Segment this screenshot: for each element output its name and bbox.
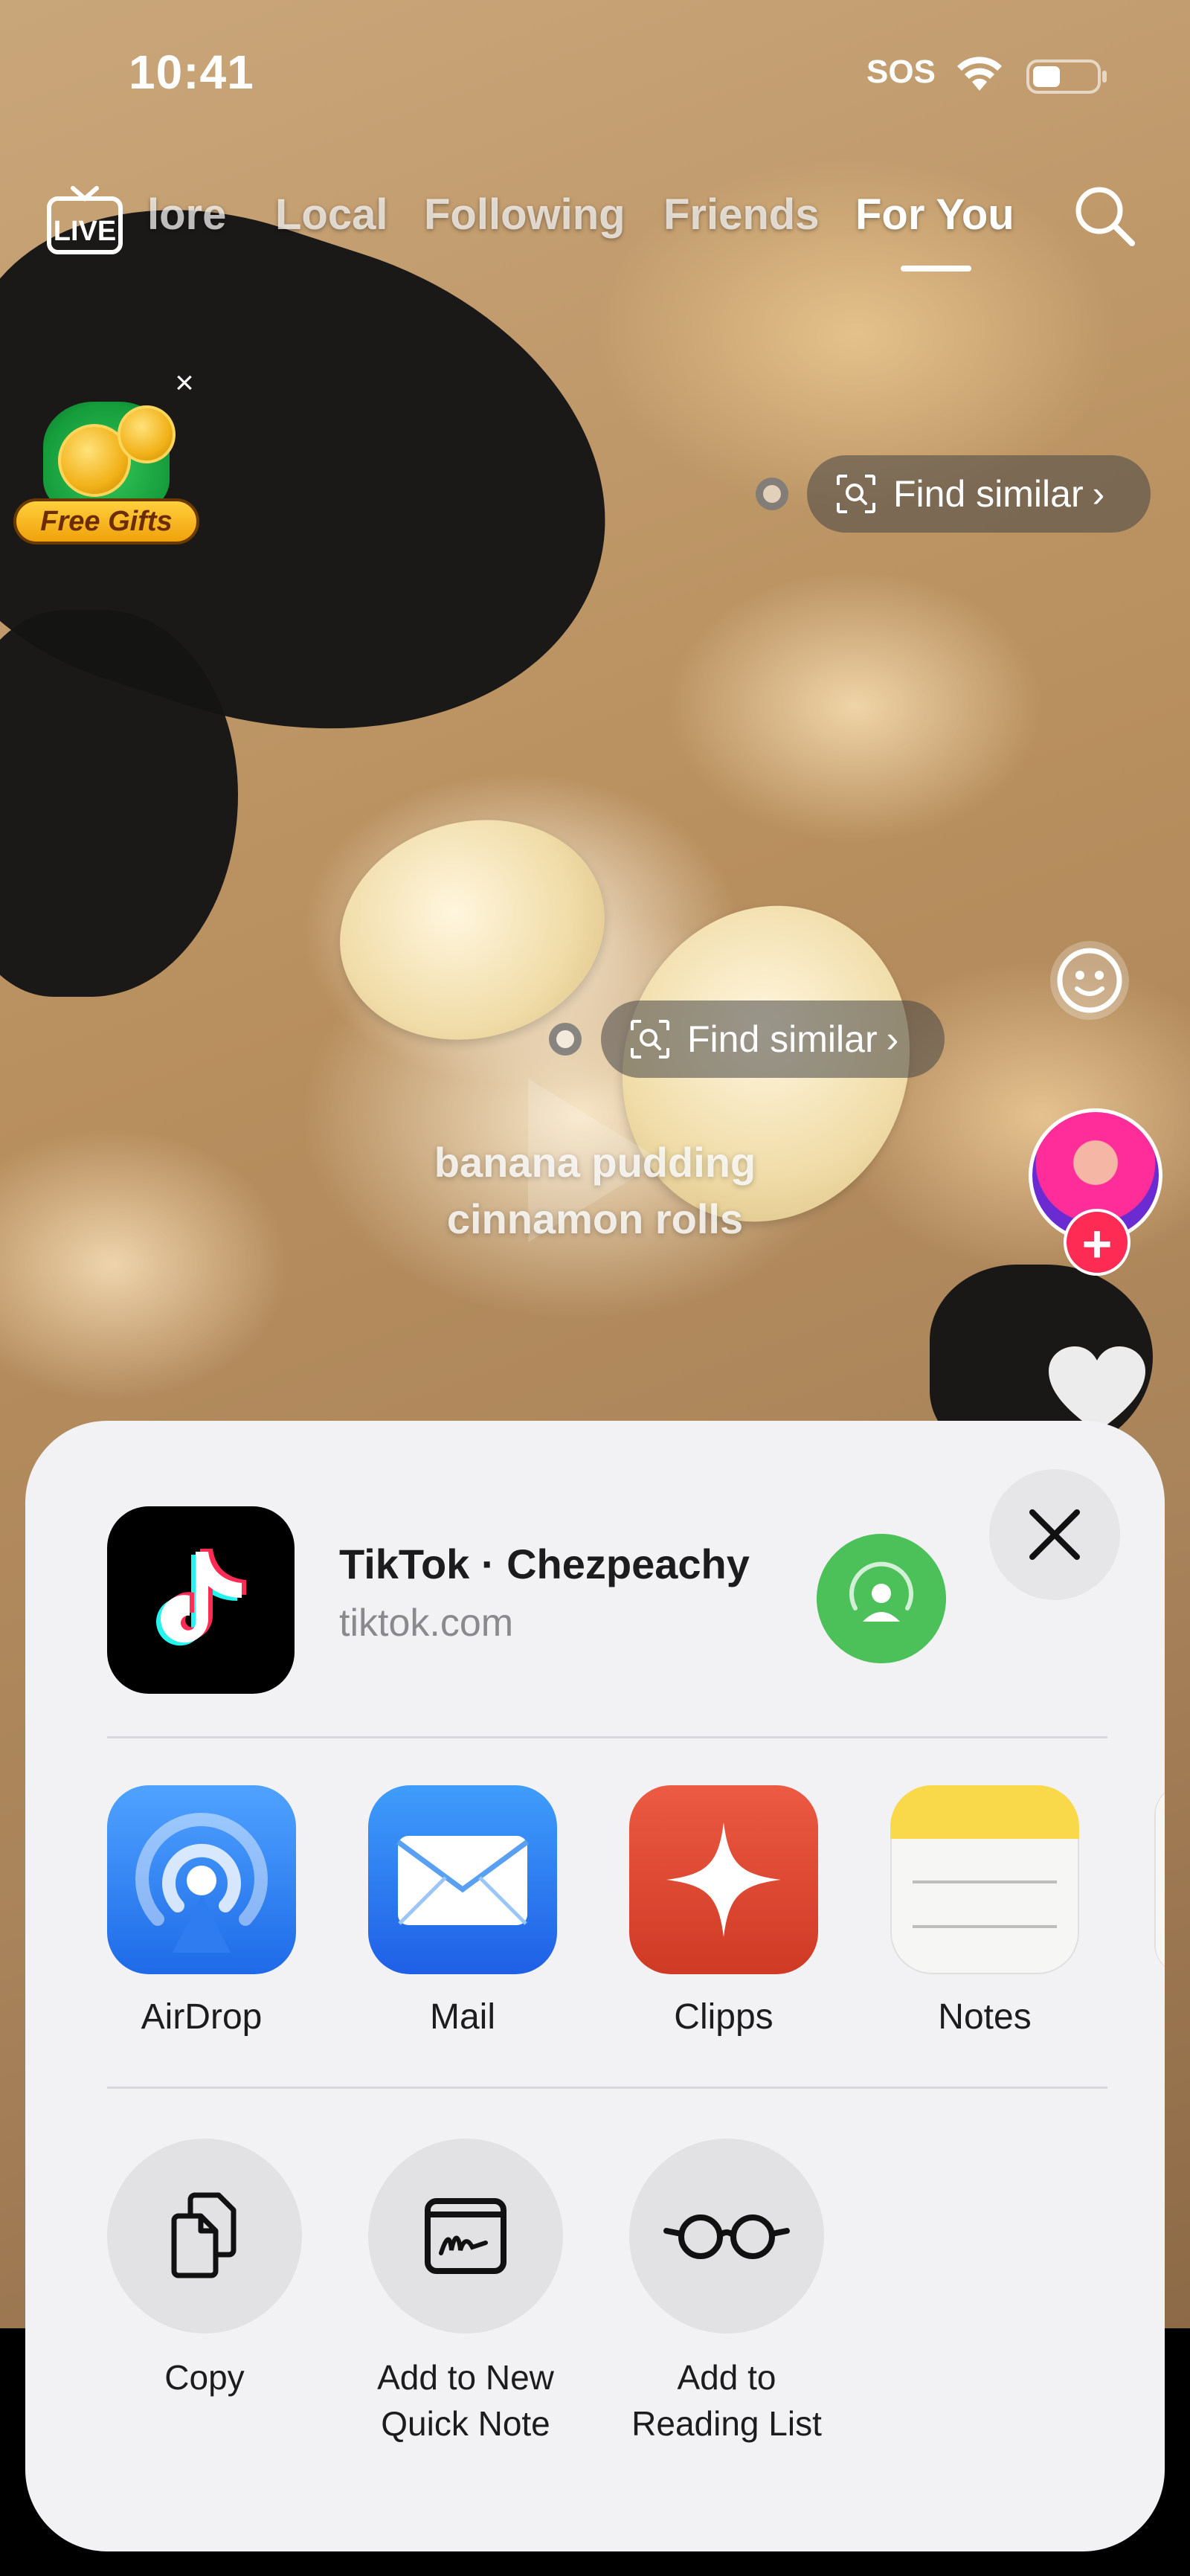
find-similar-button[interactable]: Find similar › bbox=[601, 1000, 945, 1078]
action-add-quick-note[interactable]: Add to New Quick Note bbox=[354, 2139, 577, 2447]
free-gifts-promo[interactable]: × Free Gifts bbox=[13, 364, 199, 558]
tab-for-you[interactable]: For You bbox=[855, 190, 1014, 240]
airdrop-icon bbox=[107, 1785, 296, 1974]
share-app-label: Mail bbox=[429, 1997, 495, 2037]
share-sheet: TikTok · Chezpeachy tiktok.com AirDrop M… bbox=[25, 1421, 1165, 2551]
notes-icon bbox=[890, 1785, 1079, 1974]
search-icon[interactable] bbox=[1071, 182, 1138, 249]
tiktok-app-icon bbox=[107, 1506, 295, 1694]
divider bbox=[107, 2087, 1107, 2089]
copy-icon bbox=[171, 2192, 237, 2278]
sos-indicator: SOS bbox=[866, 54, 936, 90]
top-navigation: LIVE lore Local Following Friends For Yo… bbox=[0, 182, 1190, 272]
chevron-right-icon: › bbox=[886, 1018, 899, 1060]
glasses-icon bbox=[663, 2214, 790, 2259]
promo-close-button[interactable]: × bbox=[166, 364, 203, 402]
follow-button[interactable]: + bbox=[1064, 1209, 1130, 1276]
clipps-icon bbox=[629, 1785, 818, 1974]
share-app-label: AirDrop bbox=[141, 1997, 263, 2037]
share-app-label: Clipps bbox=[674, 1997, 774, 2037]
action-label: Copy bbox=[164, 2358, 245, 2397]
tab-local[interactable]: Local bbox=[275, 190, 388, 240]
share-app-mail[interactable]: Mail bbox=[368, 1785, 557, 2037]
share-app-airdrop[interactable]: AirDrop bbox=[107, 1785, 296, 2037]
action-add-reading-list[interactable]: Add to Reading List bbox=[615, 2139, 838, 2447]
status-time: 10:41 bbox=[129, 45, 254, 99]
action-copy[interactable]: Copy bbox=[93, 2139, 316, 2400]
free-gifts-label: Free Gifts bbox=[13, 498, 199, 545]
tiktok-logo-icon bbox=[156, 1549, 246, 1646]
find-similar-button[interactable]: Find similar › bbox=[807, 455, 1151, 533]
share-title: TikTok · Chezpeachy bbox=[339, 1541, 750, 1587]
face-effect-icon[interactable] bbox=[1050, 941, 1129, 1020]
product-dot[interactable] bbox=[756, 478, 788, 510]
action-label: Add to Reading List bbox=[631, 2358, 822, 2443]
share-app-label: Notes bbox=[938, 1997, 1032, 2037]
status-bar: 10:41 SOS bbox=[0, 0, 1190, 156]
share-app-notes[interactable]: Notes bbox=[890, 1785, 1079, 2037]
tab-following[interactable]: Following bbox=[424, 190, 625, 240]
live-icon[interactable]: LIVE bbox=[46, 182, 123, 257]
live-label: LIVE bbox=[54, 216, 116, 247]
find-similar-label: Find similar bbox=[893, 473, 1084, 515]
image-search-icon bbox=[631, 1020, 669, 1059]
image-search-icon bbox=[837, 475, 875, 513]
quick-note-icon bbox=[425, 2198, 506, 2274]
battery-icon bbox=[1026, 60, 1107, 94]
action-label: Add to New Quick Note bbox=[377, 2358, 554, 2443]
share-app-partial[interactable] bbox=[1154, 1785, 1165, 1974]
divider bbox=[107, 1736, 1107, 1738]
close-icon[interactable] bbox=[989, 1469, 1120, 1600]
coin-icon bbox=[118, 405, 176, 463]
product-dot[interactable] bbox=[549, 1023, 582, 1056]
mail-icon bbox=[368, 1785, 557, 1974]
find-similar-label: Find similar bbox=[687, 1018, 878, 1060]
wifi-icon bbox=[957, 57, 1002, 91]
tab-explore[interactable]: lore bbox=[147, 190, 226, 240]
airdrop-quick-share-icon[interactable] bbox=[817, 1534, 946, 1663]
video-caption: banana pudding cinnamon rolls bbox=[434, 1139, 756, 1242]
active-tab-indicator bbox=[901, 266, 971, 272]
banana-slice bbox=[315, 791, 630, 1069]
share-app-clipps[interactable]: Clipps bbox=[629, 1785, 818, 2037]
tab-friends[interactable]: Friends bbox=[663, 190, 820, 240]
chevron-right-icon: › bbox=[1092, 473, 1105, 515]
share-url: tiktok.com bbox=[339, 1602, 514, 1645]
